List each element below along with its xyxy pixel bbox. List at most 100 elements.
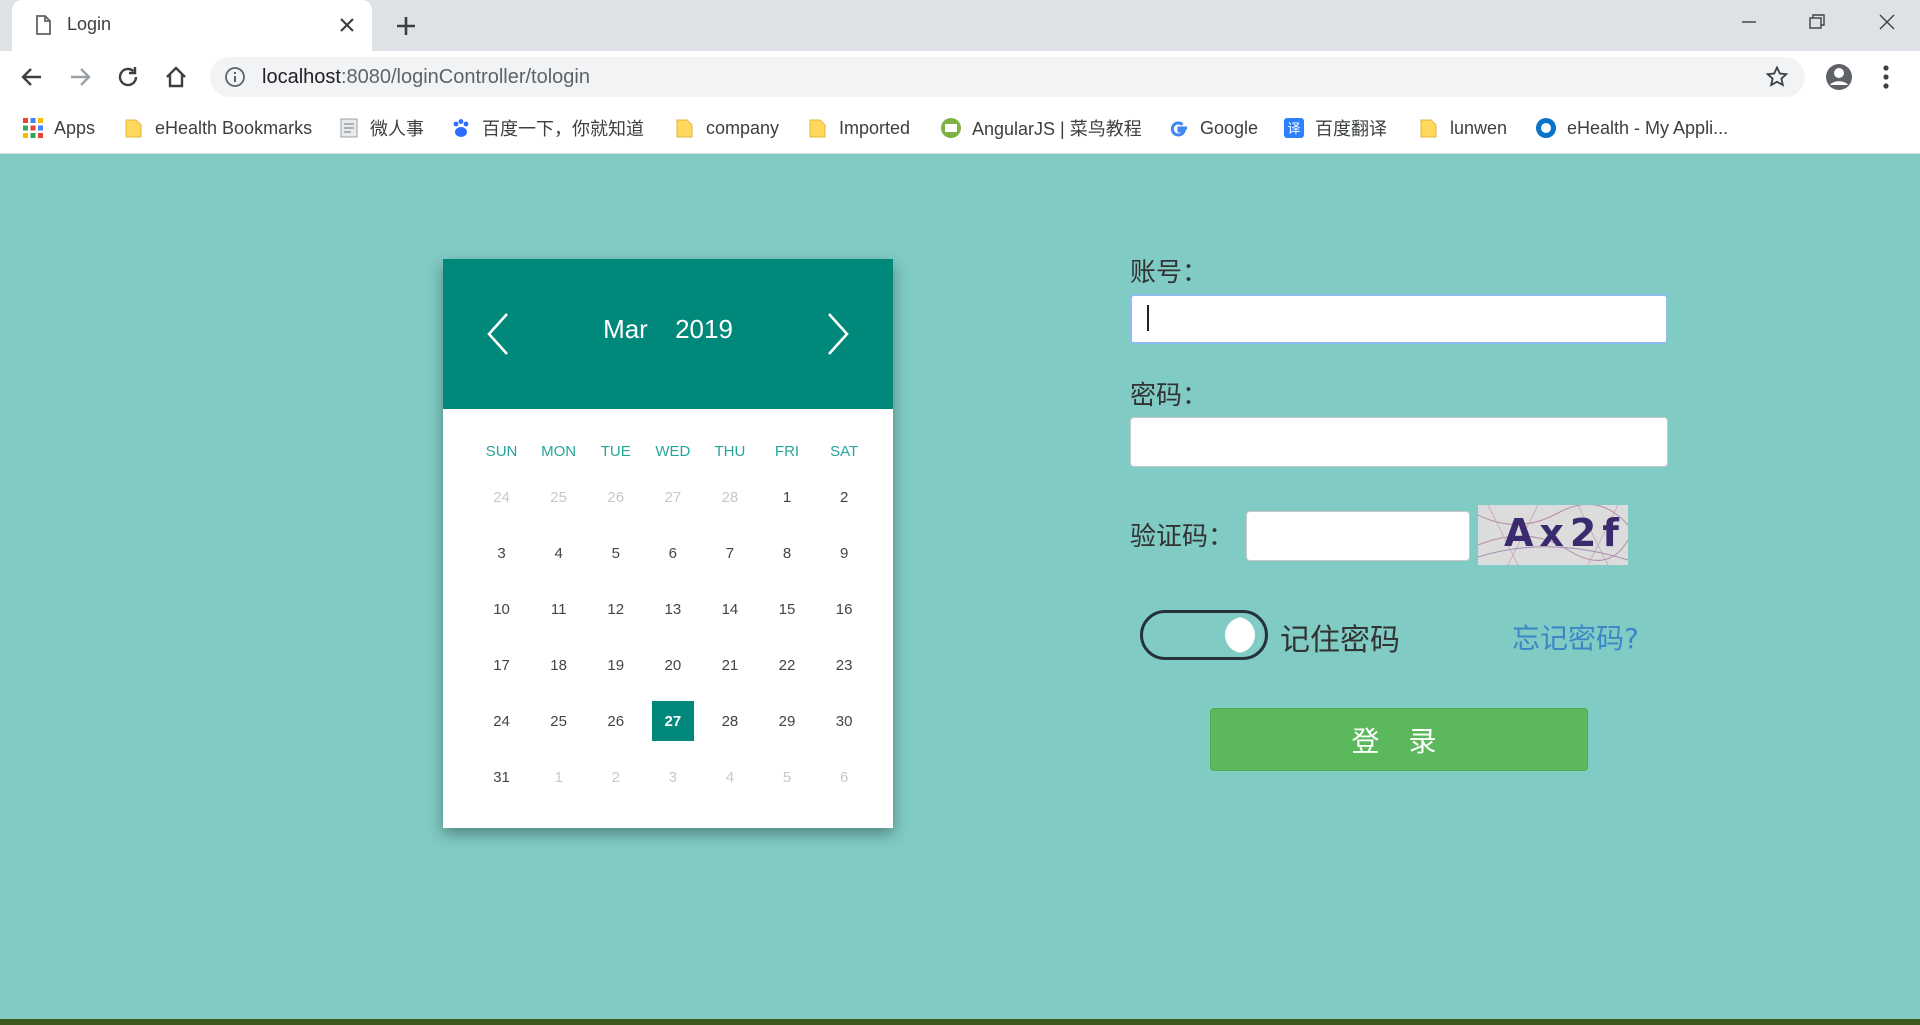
reload-icon[interactable] <box>114 63 142 91</box>
day-number: 3 <box>668 768 677 786</box>
back-arrow-icon[interactable] <box>18 63 46 91</box>
calendar-day[interactable]: 2 <box>587 749 644 805</box>
password-input[interactable] <box>1130 417 1668 467</box>
window-close-icon[interactable] <box>1866 8 1906 36</box>
calendar-day[interactable]: 4 <box>530 525 587 581</box>
calendar-day[interactable]: 24 <box>473 693 530 749</box>
profile-avatar-icon[interactable] <box>1824 62 1854 92</box>
login-button[interactable]: 登 录 <box>1210 708 1588 771</box>
calendar-day[interactable]: 5 <box>587 525 644 581</box>
calendar-day[interactable]: 26 <box>587 693 644 749</box>
calendar-day[interactable]: 3 <box>473 525 530 581</box>
calendar-day[interactable]: 28 <box>701 469 758 525</box>
bookmark-angularjs[interactable]: AngularJS | 菜鸟教程 <box>940 103 1142 153</box>
weekday-label: TUE <box>600 443 631 460</box>
restore-icon[interactable] <box>1796 8 1836 36</box>
calendar-day[interactable]: 4 <box>701 749 758 805</box>
calendar-day[interactable]: 9 <box>816 525 873 581</box>
calendar-day[interactable]: 1 <box>758 469 815 525</box>
bookmark-weirenshi[interactable]: 微人事 <box>338 103 424 153</box>
calendar-day[interactable]: 19 <box>587 637 644 693</box>
home-icon[interactable] <box>162 63 190 91</box>
bookmark-ehealth-bookmarks[interactable]: eHealth Bookmarks <box>123 103 312 153</box>
account-input[interactable] <box>1130 294 1668 344</box>
calendar-day[interactable]: 17 <box>473 637 530 693</box>
forgot-password-link[interactable]: 忘记密码? <box>1512 617 1639 657</box>
calendar-day[interactable]: 23 <box>816 637 873 693</box>
calendar-day[interactable]: 22 <box>758 637 815 693</box>
weekday-label: SAT <box>830 443 859 460</box>
bookmark-apps[interactable]: Apps <box>22 103 95 153</box>
calendar-day[interactable]: 29 <box>758 693 815 749</box>
browser-tab[interactable]: Login <box>12 0 372 51</box>
close-icon[interactable] <box>335 13 359 37</box>
calendar-day[interactable]: 21 <box>701 637 758 693</box>
bookmark-star-icon[interactable] <box>1765 65 1789 89</box>
address-bar[interactable]: localhost:8080/loginController/tologin <box>210 57 1805 97</box>
calendar-day[interactable]: 5 <box>758 749 815 805</box>
day-number: 13 <box>664 600 682 618</box>
calendar-day[interactable]: 24 <box>473 469 530 525</box>
remember-toggle[interactable] <box>1140 610 1268 660</box>
new-tab-plus-icon[interactable] <box>392 12 420 40</box>
doc-icon <box>340 118 358 138</box>
day-number: 23 <box>835 656 853 674</box>
calendar-day[interactable]: 12 <box>587 581 644 637</box>
day-number: 27 <box>664 488 682 506</box>
bookmark-label: Imported <box>839 117 911 138</box>
browser-toolbar: localhost:8080/loginController/tologin <box>0 51 1920 103</box>
calendar-day[interactable]: 28 <box>701 693 758 749</box>
weekday-label: WED <box>655 443 691 460</box>
bookmark-baidu-translate[interactable]: 译 百度翻译 <box>1283 103 1387 153</box>
calendar-day[interactable]: 3 <box>644 749 701 805</box>
bookmark-label: Google <box>1200 117 1259 138</box>
calendar-day[interactable]: 13 <box>644 581 701 637</box>
bookmark-company[interactable]: company <box>674 103 779 153</box>
bookmark-imported[interactable]: Imported <box>807 103 910 153</box>
apps-grid-icon <box>23 118 43 138</box>
day-number: 24 <box>493 488 510 506</box>
calendar-day[interactable]: 8 <box>758 525 815 581</box>
bookmark-label: 百度一下，你就知道 <box>482 119 644 139</box>
calendar-day[interactable]: 31 <box>473 749 530 805</box>
bookmark-label: company <box>706 117 780 138</box>
bookmark-google[interactable]: Google <box>1168 103 1258 153</box>
bookmark-baidu[interactable]: 百度一下，你就知道 <box>450 103 644 153</box>
calendar-day[interactable]: 25 <box>530 469 587 525</box>
calendar-day[interactable]: 14 <box>701 581 758 637</box>
baidu-translate-icon: 译 <box>1284 118 1304 138</box>
bookmark-ehealth-my-apps[interactable]: eHealth - My Appli... <box>1535 103 1728 153</box>
day-number: 25 <box>550 488 567 506</box>
calendar-day-selected[interactable]: 27 <box>644 693 701 749</box>
calendar-day[interactable]: 6 <box>644 525 701 581</box>
day-number: 31 <box>493 768 510 786</box>
chevron-right-icon[interactable] <box>823 311 853 357</box>
bookmark-label: 微人事 <box>370 119 424 139</box>
calendar-day[interactable]: 20 <box>644 637 701 693</box>
calendar-day[interactable]: 16 <box>816 581 873 637</box>
calendar-day[interactable]: 7 <box>701 525 758 581</box>
calendar-day[interactable]: 1 <box>530 749 587 805</box>
url-text: localhost:8080/loginController/tologin <box>262 66 590 89</box>
calendar-day[interactable]: 11 <box>530 581 587 637</box>
calendar-day[interactable]: 26 <box>587 469 644 525</box>
ehealth-icon <box>1536 118 1556 138</box>
calendar-day[interactable]: 27 <box>644 469 701 525</box>
captcha-image[interactable]: Ax2f <box>1478 505 1628 565</box>
day-number: 30 <box>835 712 853 730</box>
kebab-menu-icon[interactable] <box>1872 62 1900 92</box>
runoob-icon <box>941 118 961 138</box>
calendar-day[interactable]: 15 <box>758 581 815 637</box>
forward-arrow-icon[interactable] <box>66 63 94 91</box>
calendar-day[interactable]: 25 <box>530 693 587 749</box>
calendar-day[interactable]: 30 <box>816 693 873 749</box>
bookmark-lunwen[interactable]: lunwen <box>1418 103 1507 153</box>
calendar-day[interactable]: 18 <box>530 637 587 693</box>
captcha-input[interactable] <box>1246 511 1470 561</box>
captcha-label: 验证码： <box>1130 522 1235 552</box>
calendar-day[interactable]: 6 <box>816 749 873 805</box>
info-icon[interactable] <box>224 66 246 88</box>
calendar-day[interactable]: 2 <box>816 469 873 525</box>
minimize-icon[interactable] <box>1728 8 1768 36</box>
calendar-day[interactable]: 10 <box>473 581 530 637</box>
